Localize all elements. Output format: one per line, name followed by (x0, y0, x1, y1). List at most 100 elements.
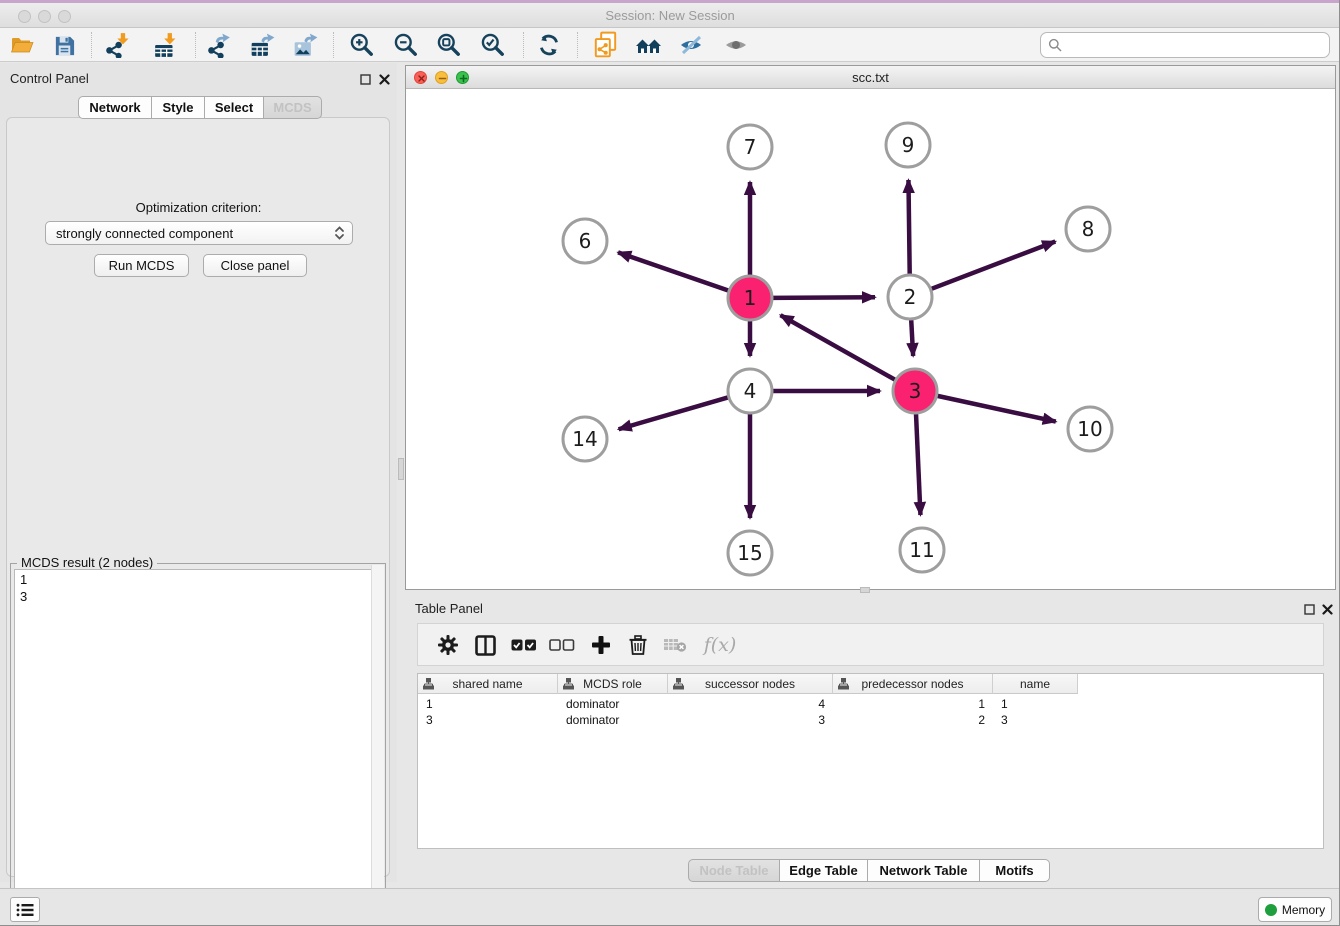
run-mcds-button[interactable]: Run MCDS (94, 254, 189, 277)
table-cell[interactable]: dominator (558, 712, 668, 729)
tab-select[interactable]: Select (205, 96, 264, 119)
table-cell[interactable]: 3 (993, 712, 1078, 729)
show-details-icon[interactable] (721, 30, 753, 60)
graph-node-7[interactable]: 7 (728, 125, 772, 169)
delete-table-icon[interactable] (659, 630, 691, 660)
zoom-out-icon[interactable] (390, 30, 422, 60)
table-cell[interactable]: 2 (833, 712, 993, 729)
graph-edge-3-11[interactable] (916, 414, 920, 515)
table-cell[interactable]: 1 (993, 696, 1078, 713)
table-row[interactable]: 3dominator323 (418, 712, 1078, 729)
table-cell[interactable]: 3 (668, 712, 833, 729)
delete-rows-icon[interactable] (622, 630, 654, 660)
network-graph-canvas[interactable]: 7 9 6 8 1 2 4 3 14 10 15 11 (406, 89, 1335, 589)
result-scrollbar[interactable] (371, 565, 384, 926)
table-cell[interactable]: 3 (418, 712, 558, 729)
dropdown-stepper-icon (333, 225, 346, 241)
task-history-button[interactable] (10, 897, 40, 922)
tab-network[interactable]: Network (78, 96, 152, 119)
table-toolbar: f(x) (417, 623, 1324, 666)
home-icon[interactable] (633, 30, 665, 60)
column-header-shared-name[interactable]: shared name (418, 674, 558, 694)
export-table-icon[interactable] (246, 30, 278, 60)
search-icon (1048, 38, 1062, 52)
close-panel-icon[interactable] (377, 72, 391, 86)
graph-node-6[interactable]: 6 (563, 219, 607, 263)
toolbar-separator (195, 32, 196, 58)
graph-edge-2-3[interactable] (911, 320, 913, 356)
application-window: Session: New Session (0, 0, 1340, 926)
tab-node-table[interactable]: Node Table (688, 859, 780, 882)
table-row[interactable]: 1dominator411 (418, 696, 1078, 713)
search-field[interactable] (1040, 32, 1330, 58)
splitter-handle-vertical[interactable] (398, 458, 404, 480)
table-cell[interactable]: 1 (418, 696, 558, 713)
split-view-icon[interactable] (469, 630, 501, 660)
column-header-predecessor-nodes[interactable]: predecessor nodes (833, 674, 993, 694)
graph-node-11[interactable]: 11 (900, 528, 944, 572)
table-cell[interactable]: 1 (833, 696, 993, 713)
column-header-name[interactable]: name (993, 674, 1078, 694)
search-input[interactable] (1067, 38, 1329, 53)
graph-node-4[interactable]: 4 (728, 369, 772, 413)
graph-edge-2-9[interactable] (908, 180, 909, 274)
tab-edge-table[interactable]: Edge Table (780, 859, 868, 882)
function-builder-icon[interactable]: f(x) (698, 630, 742, 660)
graph-node-14[interactable]: 14 (563, 417, 607, 461)
graph-node-1[interactable]: 1 (728, 276, 772, 320)
graph-node-8[interactable]: 8 (1066, 207, 1110, 251)
graph-node-2[interactable]: 2 (888, 275, 932, 319)
table-cell[interactable]: dominator (558, 696, 668, 713)
graph-node-9[interactable]: 9 (886, 123, 930, 167)
clone-network-icon[interactable] (589, 30, 621, 60)
deselect-all-rows-icon[interactable] (546, 630, 578, 660)
tab-style[interactable]: Style (152, 96, 205, 119)
select-all-rows-icon[interactable] (508, 630, 540, 660)
window-title: Session: New Session (0, 8, 1340, 23)
tab-mcds[interactable]: MCDS (264, 96, 322, 119)
graph-edge-1-6[interactable] (618, 252, 728, 290)
open-session-icon[interactable] (6, 30, 38, 60)
hide-details-icon[interactable] (676, 30, 708, 60)
tab-motifs[interactable]: Motifs (980, 859, 1050, 882)
memory-button[interactable]: Memory (1258, 897, 1332, 922)
table-settings-icon[interactable] (432, 630, 464, 660)
float-panel-icon[interactable] (358, 72, 372, 86)
graph-edge-3-1[interactable] (780, 315, 894, 380)
graph-edge-1-2[interactable] (773, 297, 875, 298)
close-panel-button[interactable]: Close panel (203, 254, 307, 277)
zoom-selected-icon[interactable] (477, 30, 509, 60)
graph-edge-2-8[interactable] (931, 241, 1055, 288)
memory-status-icon (1265, 904, 1277, 916)
column-header-successor-nodes[interactable]: successor nodes (668, 674, 833, 694)
tab-network-table[interactable]: Network Table (868, 859, 980, 882)
graph-node-15[interactable]: 15 (728, 531, 772, 575)
memory-label: Memory (1282, 903, 1325, 917)
splitter-handle-horizontal[interactable] (860, 587, 870, 593)
add-row-icon[interactable] (585, 630, 617, 660)
criterion-value: strongly connected component (56, 226, 333, 241)
graph-node-3[interactable]: 3 (893, 369, 937, 413)
save-session-icon[interactable] (48, 30, 80, 60)
graph-edge-4-14[interactable] (619, 397, 728, 429)
node-table[interactable]: shared nameMCDS rolesuccessor nodesprede… (417, 673, 1324, 849)
export-network-icon[interactable] (203, 30, 235, 60)
import-table-icon[interactable] (150, 30, 182, 60)
float-table-panel-icon[interactable] (1302, 602, 1316, 616)
zoom-in-icon[interactable] (346, 30, 378, 60)
network-view-window: scc.txt 7 9 6 8 1 2 4 3 14 10 15 11 (405, 65, 1336, 590)
graph-node-10[interactable]: 10 (1068, 407, 1112, 451)
svg-text:7: 7 (744, 135, 757, 159)
column-header-MCDS-role[interactable]: MCDS role (558, 674, 668, 694)
import-network-icon[interactable] (101, 30, 133, 60)
close-table-panel-icon[interactable] (1320, 602, 1334, 616)
table-cell[interactable]: 4 (668, 696, 833, 713)
fit-content-icon[interactable] (433, 30, 465, 60)
refresh-icon[interactable] (533, 30, 565, 60)
criterion-dropdown[interactable]: strongly connected component (45, 221, 353, 245)
control-panel: Control Panel Network Style Select MCDS … (0, 63, 397, 882)
export-image-icon[interactable] (289, 30, 321, 60)
network-window-titlebar[interactable]: scc.txt (406, 66, 1335, 89)
mcds-result-text[interactable]: 1 3 (14, 569, 382, 926)
graph-edge-3-10[interactable] (937, 396, 1055, 422)
